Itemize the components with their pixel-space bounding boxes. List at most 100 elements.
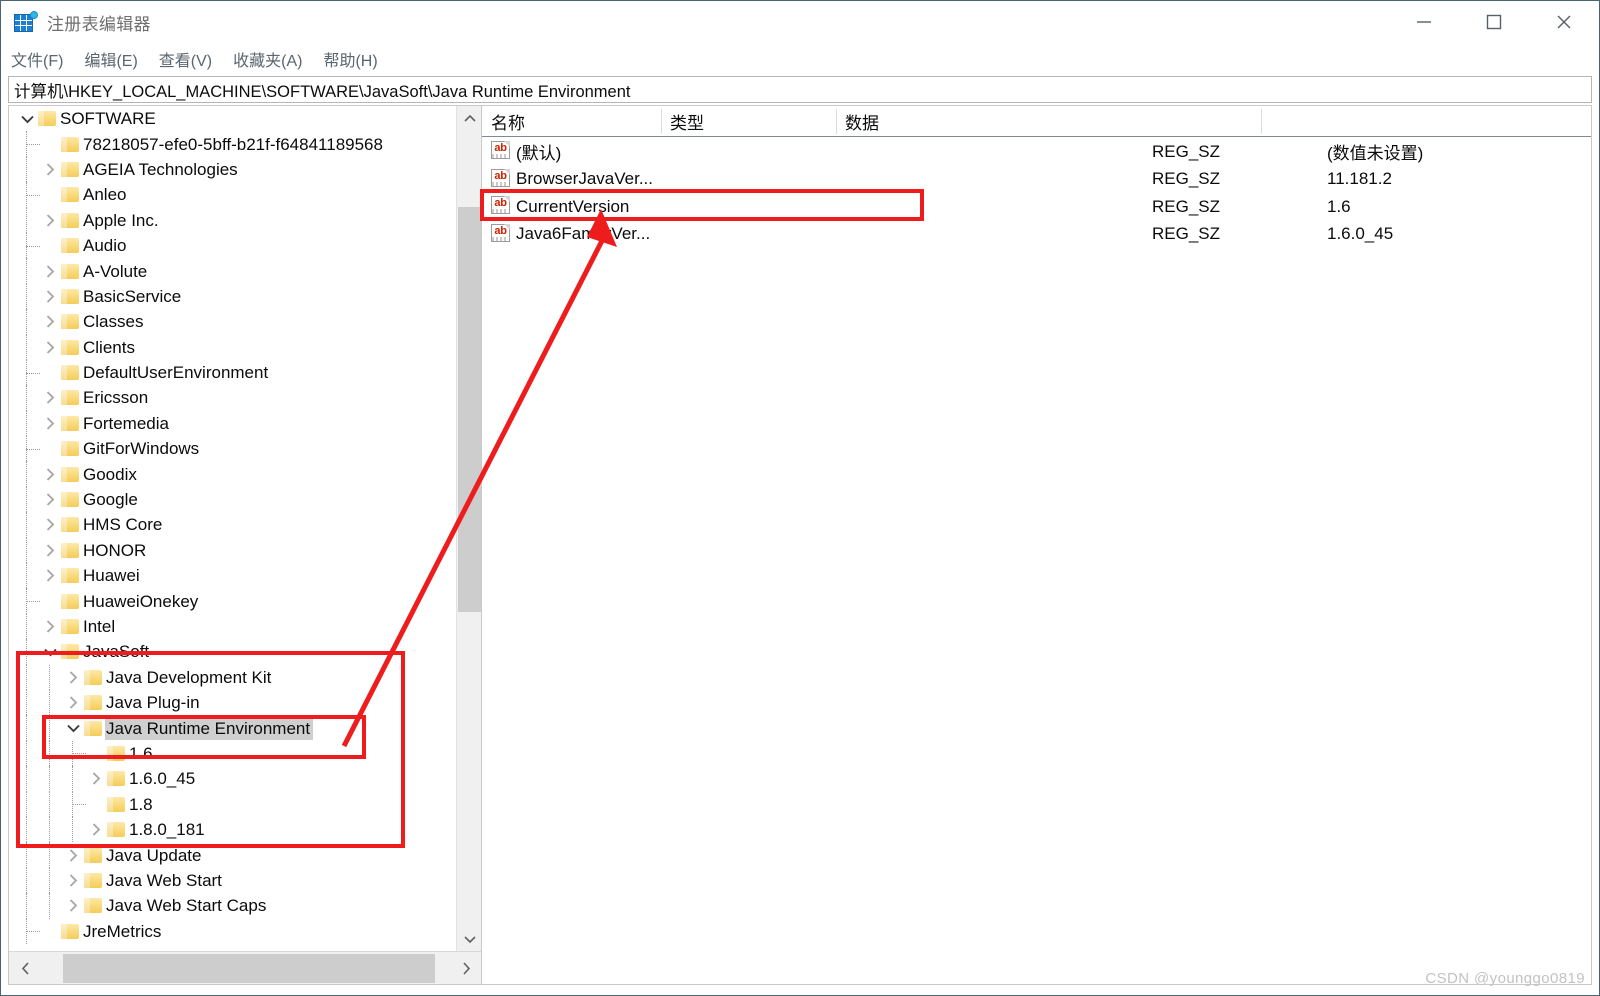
chevron-right-icon[interactable] [41, 618, 59, 636]
chevron-right-icon[interactable] [41, 338, 59, 356]
scroll-right-icon[interactable] [449, 953, 481, 984]
value-row[interactable]: ab BrowserJavaVer... REG_SZ 11.181.2 [482, 166, 1591, 194]
tree-guide-line [26, 791, 27, 817]
tree-node[interactable]: Audio [9, 232, 456, 259]
tree-node[interactable]: Java Development Kit [9, 664, 456, 690]
tree-node-label: Intel [83, 617, 116, 636]
tree-node[interactable]: Intel [9, 613, 456, 640]
maximize-button[interactable] [1459, 1, 1529, 43]
tree-guide-line [49, 664, 50, 690]
folder-icon [84, 669, 102, 685]
menu-edit[interactable]: 编辑(E) [84, 45, 148, 73]
tree-node[interactable]: 1.8 [9, 791, 456, 817]
tree-node[interactable]: Clients [9, 334, 456, 360]
scroll-up-icon[interactable] [457, 106, 481, 130]
registry-tree[interactable]: SOFTWARE 78218057-efe0-5bff-b21f-f6484118… [9, 106, 456, 951]
tree-node[interactable]: Anleo [9, 182, 456, 208]
folder-icon [61, 466, 79, 482]
tree-node[interactable]: Java Web Start Caps [9, 893, 456, 919]
column-header-name[interactable]: 名称 [482, 106, 525, 136]
tree-node[interactable]: GitForWindows [9, 436, 456, 462]
value-list[interactable]: ab (默认) REG_SZ (数值未设置) ab BrowserJavaVer... RE… [482, 137, 1591, 248]
chevron-down-icon[interactable] [18, 110, 36, 128]
minimize-button[interactable] [1389, 1, 1459, 43]
tree-guide-line [26, 867, 27, 894]
value-row[interactable]: ab Java6FamilyVer... REG_SZ 1.6.0_45 [482, 221, 1591, 249]
chevron-right-icon[interactable] [41, 516, 59, 534]
tree-node[interactable]: A-Volute [9, 258, 456, 284]
menu-help[interactable]: 帮助(H) [323, 45, 388, 73]
tree-node[interactable]: HONOR [9, 537, 456, 564]
tree-node[interactable]: Java Runtime Environment [9, 715, 456, 741]
tree-node[interactable]: Java Update [9, 842, 456, 868]
tree-vertical-scrollbar[interactable] [456, 106, 481, 951]
chevron-right-icon[interactable] [41, 211, 59, 229]
value-row[interactable]: ab CurrentVersion REG_SZ 1.6 [482, 193, 1591, 221]
chevron-right-icon[interactable] [41, 465, 59, 483]
chevron-right-icon[interactable] [41, 313, 59, 331]
chevron-right-icon[interactable] [64, 897, 82, 915]
tree-scroll-thumb[interactable] [458, 207, 481, 612]
chevron-right-icon[interactable] [41, 491, 59, 509]
tree-node[interactable]: HMS Core [9, 512, 456, 538]
chevron-right-icon[interactable] [41, 160, 59, 178]
tree-node-label: A-Volute [83, 261, 148, 281]
menu-view[interactable]: 查看(V) [159, 45, 223, 73]
tree-guide-line [26, 385, 27, 411]
menu-favorites[interactable]: 收藏夹(A) [233, 45, 313, 73]
tree-node[interactable]: Fortemedia [9, 410, 456, 437]
column-separator-3[interactable] [1261, 109, 1262, 134]
tree-node[interactable]: 78218057-efe0-5bff-b21f-f64841189568 [9, 131, 456, 157]
tree-node[interactable]: Ericsson [9, 385, 456, 411]
tree-guide-line [49, 867, 50, 894]
close-button[interactable] [1529, 1, 1599, 43]
value-name: Java6FamilyVer... [516, 224, 651, 244]
chevron-down-icon[interactable] [41, 643, 59, 661]
folder-icon [107, 745, 125, 761]
tree-node[interactable]: JreMetrics [9, 918, 456, 944]
tree-node[interactable]: HuaweiOnekey [9, 588, 456, 614]
tree-node[interactable]: Huawei [9, 563, 456, 589]
address-bar[interactable]: 计算机\HKEY_LOCAL_MACHINE\SOFTWARE\JavaSoft… [8, 76, 1592, 103]
chevron-right-icon[interactable] [64, 694, 82, 712]
tree-node[interactable]: 1.8.0_181 [9, 816, 456, 843]
chevron-right-icon[interactable] [41, 262, 59, 280]
chevron-right-icon[interactable] [41, 287, 59, 305]
menu-file[interactable]: 文件(F) [11, 45, 74, 73]
chevron-right-icon[interactable] [41, 567, 59, 585]
chevron-down-icon[interactable] [64, 719, 82, 737]
tree-node[interactable]: Google [9, 486, 456, 513]
value-name: BrowserJavaVer... [516, 169, 654, 189]
value-row[interactable]: ab (默认) REG_SZ (数值未设置) [482, 138, 1591, 166]
tree-node[interactable]: JavaSoft [9, 639, 456, 665]
tree-node[interactable]: BasicService [9, 283, 456, 310]
tree-node-label: 1.6 [129, 743, 153, 763]
tree-node[interactable]: DefaultUserEnvironment [9, 359, 456, 386]
tree-node[interactable]: 1.6.0_45 [9, 766, 456, 792]
tree-horizontal-scrollbar[interactable] [9, 951, 481, 984]
tree-node[interactable]: AGEIA Technologies [9, 156, 456, 183]
tree-node[interactable]: Java Plug-in [9, 689, 456, 716]
chevron-right-icon[interactable] [64, 668, 82, 686]
chevron-right-icon[interactable] [87, 770, 105, 788]
column-header-type[interactable]: 类型 [661, 106, 704, 136]
chevron-right-icon[interactable] [41, 389, 59, 407]
chevron-right-icon[interactable] [41, 414, 59, 432]
scroll-down-icon[interactable] [457, 927, 481, 951]
tree-node-label: Ericsson [83, 388, 149, 408]
chevron-right-icon[interactable] [64, 871, 82, 889]
tree-hscroll-thumb[interactable] [63, 953, 435, 983]
chevron-right-icon[interactable] [41, 541, 59, 559]
folder-icon [61, 339, 79, 355]
chevron-right-icon[interactable] [64, 846, 82, 864]
menu-bar: 文件(F) 编辑(E) 查看(V) 收藏夹(A) 帮助(H) [1, 43, 1599, 75]
tree-node[interactable]: 1.6 [9, 740, 456, 767]
scroll-left-icon[interactable] [9, 953, 42, 984]
tree-node[interactable]: SOFTWARE [9, 106, 456, 131]
tree-node[interactable]: Apple Inc. [9, 207, 456, 233]
tree-node[interactable]: Java Web Start [9, 867, 456, 894]
tree-node[interactable]: Classes [9, 309, 456, 335]
chevron-right-icon[interactable] [87, 821, 105, 839]
column-header-data[interactable]: 数据 [836, 106, 879, 136]
tree-node[interactable]: Goodix [9, 461, 456, 487]
